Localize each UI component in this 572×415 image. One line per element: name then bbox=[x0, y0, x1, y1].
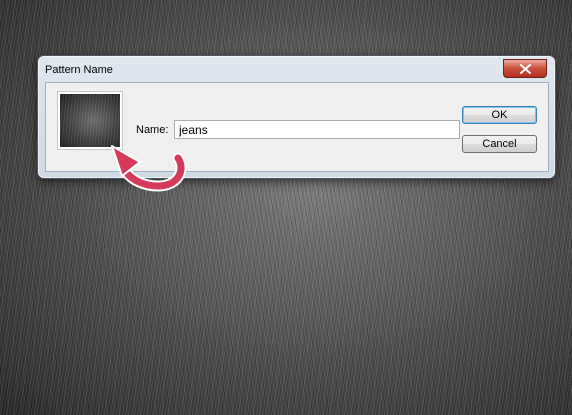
pattern-name-input[interactable] bbox=[174, 120, 460, 139]
dialog-title: Pattern Name bbox=[45, 64, 113, 76]
name-label: Name: bbox=[136, 124, 169, 136]
cancel-button[interactable]: Cancel bbox=[462, 135, 537, 153]
ok-button[interactable]: OK bbox=[462, 106, 537, 124]
close-icon bbox=[519, 63, 531, 74]
dialog-titlebar[interactable]: Pattern Name bbox=[38, 56, 555, 82]
close-button[interactable] bbox=[503, 59, 547, 78]
curved-arrow-icon bbox=[111, 145, 187, 192]
